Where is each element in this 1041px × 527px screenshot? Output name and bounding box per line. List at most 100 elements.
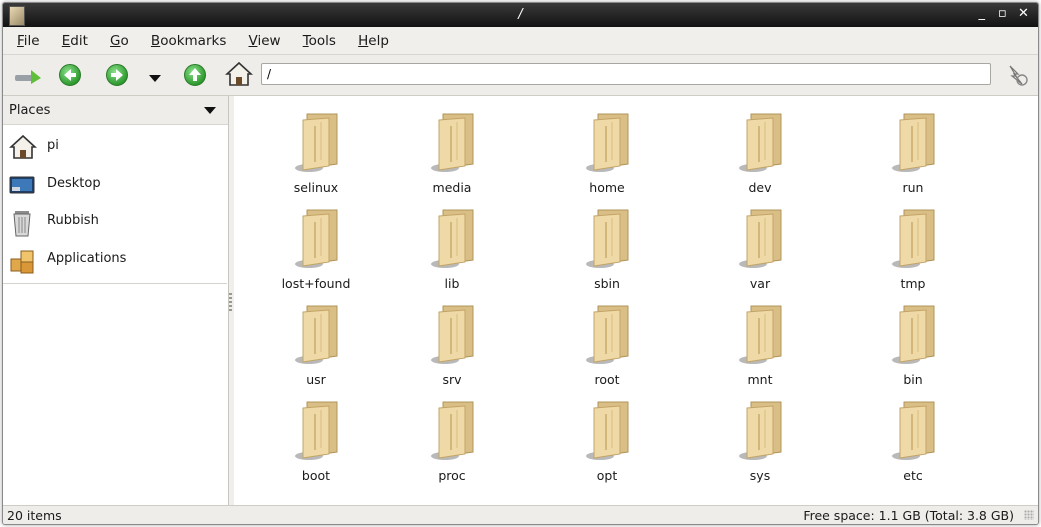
folder-item[interactable]: root xyxy=(552,296,662,387)
menu-view[interactable]: View xyxy=(249,33,281,49)
folder-item[interactable]: etc xyxy=(858,392,968,483)
folder-icon xyxy=(584,304,632,366)
applications-icon xyxy=(9,247,35,274)
folder-item[interactable]: lib xyxy=(397,200,507,291)
folder-item[interactable]: sys xyxy=(705,392,815,483)
folder-item[interactable]: boot xyxy=(261,392,371,483)
folder-label: opt xyxy=(596,468,618,483)
jump-icon[interactable] xyxy=(1004,62,1030,92)
folder-label: selinux xyxy=(293,180,339,195)
folder-label: home xyxy=(589,180,625,195)
folder-item[interactable]: selinux xyxy=(261,104,371,195)
maximize-button[interactable]: ▫ xyxy=(998,6,1010,21)
menu-help[interactable]: Help xyxy=(358,33,389,49)
go-icon[interactable] xyxy=(13,68,43,88)
folder-label: proc xyxy=(438,468,466,483)
folder-item[interactable]: opt xyxy=(552,392,662,483)
folder-label: media xyxy=(432,180,472,195)
folder-label: mnt xyxy=(747,372,773,387)
folder-item[interactable]: mnt xyxy=(705,296,815,387)
pane-resize-handle[interactable] xyxy=(229,293,232,313)
folder-item[interactable]: tmp xyxy=(858,200,968,291)
folder-label: dev xyxy=(748,180,772,195)
folder-label: boot xyxy=(301,468,331,483)
folder-icon xyxy=(429,304,477,366)
folder-icon xyxy=(890,304,938,366)
folder-item[interactable]: sbin xyxy=(552,200,662,291)
history-dropdown-icon[interactable] xyxy=(149,72,161,87)
folder-item[interactable]: run xyxy=(858,104,968,195)
folder-label: root xyxy=(594,372,620,387)
folder-icon xyxy=(429,208,477,270)
place-label: Rubbish xyxy=(47,213,99,228)
toolbar xyxy=(3,55,1038,96)
menu-file[interactable]: File xyxy=(17,33,40,49)
folder-icon xyxy=(890,112,938,174)
folder-icon xyxy=(737,112,785,174)
place-item-rubbish[interactable]: Rubbish xyxy=(3,203,227,239)
place-label: Desktop xyxy=(47,176,101,191)
folder-icon xyxy=(737,208,785,270)
resize-grip-icon[interactable] xyxy=(1024,510,1034,520)
window-title: / xyxy=(518,7,523,22)
folder-icon xyxy=(737,400,785,462)
close-button[interactable]: ✕ xyxy=(1018,6,1030,21)
back-icon[interactable] xyxy=(59,64,81,86)
free-space: Free space: 1.1 GB (Total: 3.8 GB) xyxy=(803,508,1014,523)
folder-label: run xyxy=(902,180,924,195)
title-bar[interactable]: / _ ▫ ✕ xyxy=(3,3,1038,27)
trash-icon xyxy=(9,209,35,237)
forward-icon[interactable] xyxy=(106,64,128,86)
item-count: 20 items xyxy=(7,508,62,523)
address-bar-input[interactable] xyxy=(261,63,991,85)
folder-label: lib xyxy=(444,276,460,291)
minimize-button[interactable]: _ xyxy=(978,6,990,21)
folder-item[interactable]: srv xyxy=(397,296,507,387)
folder-label: var xyxy=(749,276,771,291)
desktop-icon xyxy=(9,172,35,198)
folder-icon xyxy=(293,400,341,462)
home-icon[interactable] xyxy=(224,61,254,91)
place-label: Applications xyxy=(47,251,127,266)
folder-item[interactable]: lost+found xyxy=(261,200,371,291)
folder-item[interactable]: var xyxy=(705,200,815,291)
folder-icon xyxy=(293,112,341,174)
folder-label: sbin xyxy=(594,276,620,291)
place-item-desktop[interactable]: Desktop xyxy=(3,166,227,202)
folder-item[interactable]: media xyxy=(397,104,507,195)
menu-tools[interactable]: Tools xyxy=(303,33,336,49)
folder-icon xyxy=(890,400,938,462)
folder-icon xyxy=(584,208,632,270)
status-bar: 20 items Free space: 1.1 GB (Total: 3.8 … xyxy=(3,505,1038,524)
menu-edit[interactable]: Edit xyxy=(62,33,88,49)
folder-item[interactable]: usr xyxy=(261,296,371,387)
places-header[interactable]: Places xyxy=(3,96,228,125)
menu-go[interactable]: Go xyxy=(110,33,129,49)
folder-item[interactable]: proc xyxy=(397,392,507,483)
folder-icon xyxy=(584,400,632,462)
folder-icon xyxy=(737,304,785,366)
folder-label: etc xyxy=(903,468,923,483)
menu-bookmarks[interactable]: Bookmarks xyxy=(151,33,226,49)
folder-icon xyxy=(293,304,341,366)
folder-label: bin xyxy=(903,372,923,387)
place-item-pi[interactable]: pi xyxy=(3,128,227,164)
home-icon xyxy=(8,134,38,160)
folder-icon xyxy=(584,112,632,174)
place-label: pi xyxy=(47,138,59,153)
window-controls: _ ▫ ✕ xyxy=(978,6,1030,21)
folder-item[interactable]: bin xyxy=(858,296,968,387)
folder-label: tmp xyxy=(900,276,926,291)
folder-icon xyxy=(429,112,477,174)
folder-item[interactable]: dev xyxy=(705,104,815,195)
place-item-applications[interactable]: Applications xyxy=(3,241,227,277)
folder-item[interactable]: home xyxy=(552,104,662,195)
places-dropdown-icon[interactable] xyxy=(204,107,216,114)
folder-icon xyxy=(293,208,341,270)
folder-label: usr xyxy=(306,372,326,387)
places-label: Places xyxy=(9,103,51,118)
folder-icon xyxy=(429,400,477,462)
up-icon[interactable] xyxy=(184,64,206,86)
file-manager-window: / _ ▫ ✕ File Edit Go Bookmarks View Tool… xyxy=(2,2,1039,525)
folder-label: lost+found xyxy=(281,276,351,291)
